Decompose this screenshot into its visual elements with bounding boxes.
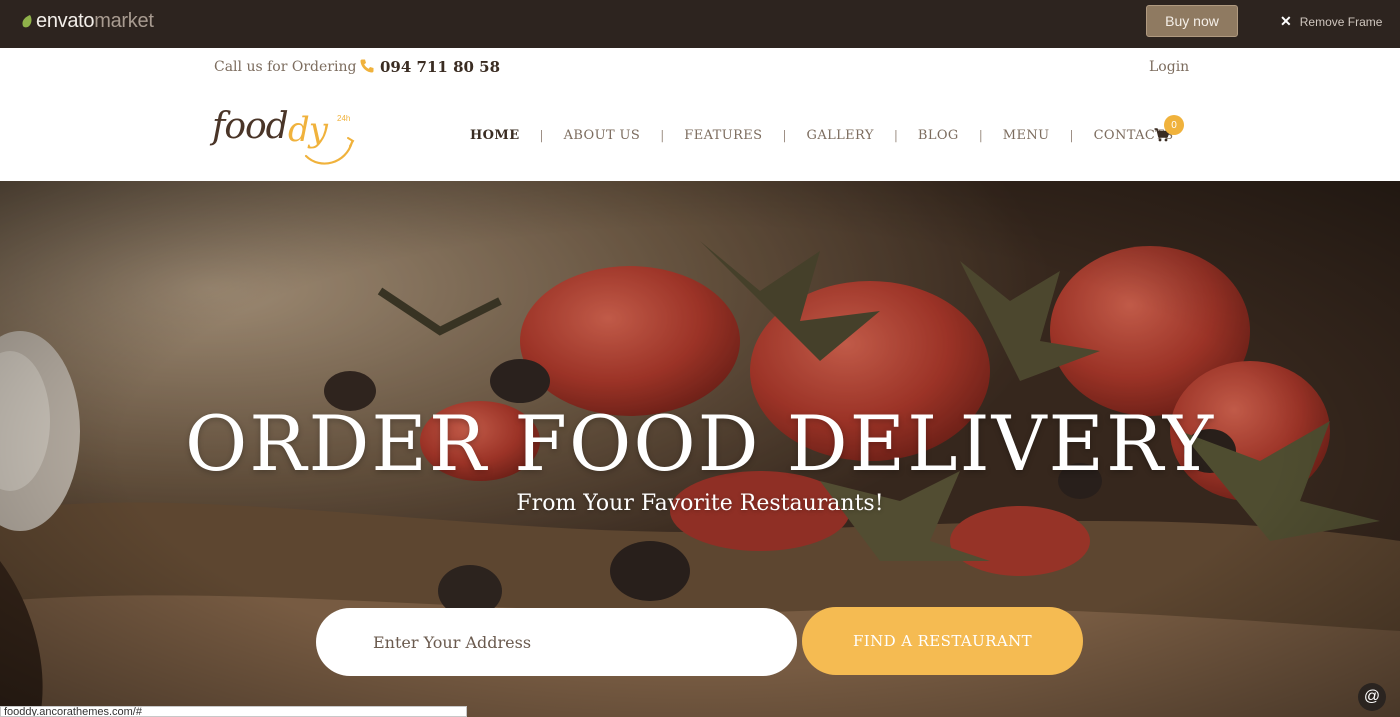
at-icon[interactable]: @ [1358,683,1386,711]
address-input[interactable] [316,608,797,676]
logo-food-text: food [212,106,289,147]
logo-swoosh-icon [304,137,355,165]
login-link[interactable]: Login [1149,59,1189,75]
hero-subtitle: From Your Favorite Restaurants! [516,491,884,516]
phone-number[interactable]: 094 711 80 58 [380,58,500,76]
hero-title: ORDER FOOD DELIVERY [184,399,1216,488]
nav-blog[interactable]: BLOG [918,128,959,143]
call-ordering-label: Call us for Ordering [214,59,357,75]
nav-about-us[interactable]: ABOUT US [564,128,641,143]
nav-separator: | [978,128,983,142]
envato-top-bar: envato market Buy now ✕ Remove Frame [0,0,1400,48]
nav-separator: | [782,128,787,142]
envato-brand-text: envato [36,10,95,32]
envato-market-logo[interactable]: envato market [20,10,154,33]
hero-section: ORDER FOOD DELIVERY From Your Favorite R… [0,181,1400,717]
find-restaurant-button[interactable]: FIND A RESTAURANT [802,607,1083,675]
fooddy-logo[interactable]: food dy 24h [212,104,362,168]
main-nav: HOME | ABOUT US | FEATURES | GALLERY | B… [470,126,1174,144]
close-icon: ✕ [1280,13,1292,29]
nav-separator: | [1069,128,1074,142]
nav-gallery[interactable]: GALLERY [807,128,874,143]
buy-now-button[interactable]: Buy now [1146,5,1238,37]
nav-menu[interactable]: MENU [1003,128,1050,143]
nav-home[interactable]: HOME [470,128,520,143]
nav-features[interactable]: FEATURES [684,128,762,143]
nav-separator: | [660,128,665,142]
nav-separator: | [539,128,544,142]
market-brand-text: market [94,10,154,32]
remove-frame-link[interactable]: ✕ Remove Frame [1280,13,1382,30]
envato-leaf-icon [22,15,32,28]
cart-count-badge: 0 [1164,115,1184,135]
phone-icon [360,59,374,73]
nav-separator: | [893,128,898,142]
status-bar-url: fooddy.ancorathemes.com/# [0,706,467,717]
remove-frame-label: Remove Frame [1299,14,1383,29]
